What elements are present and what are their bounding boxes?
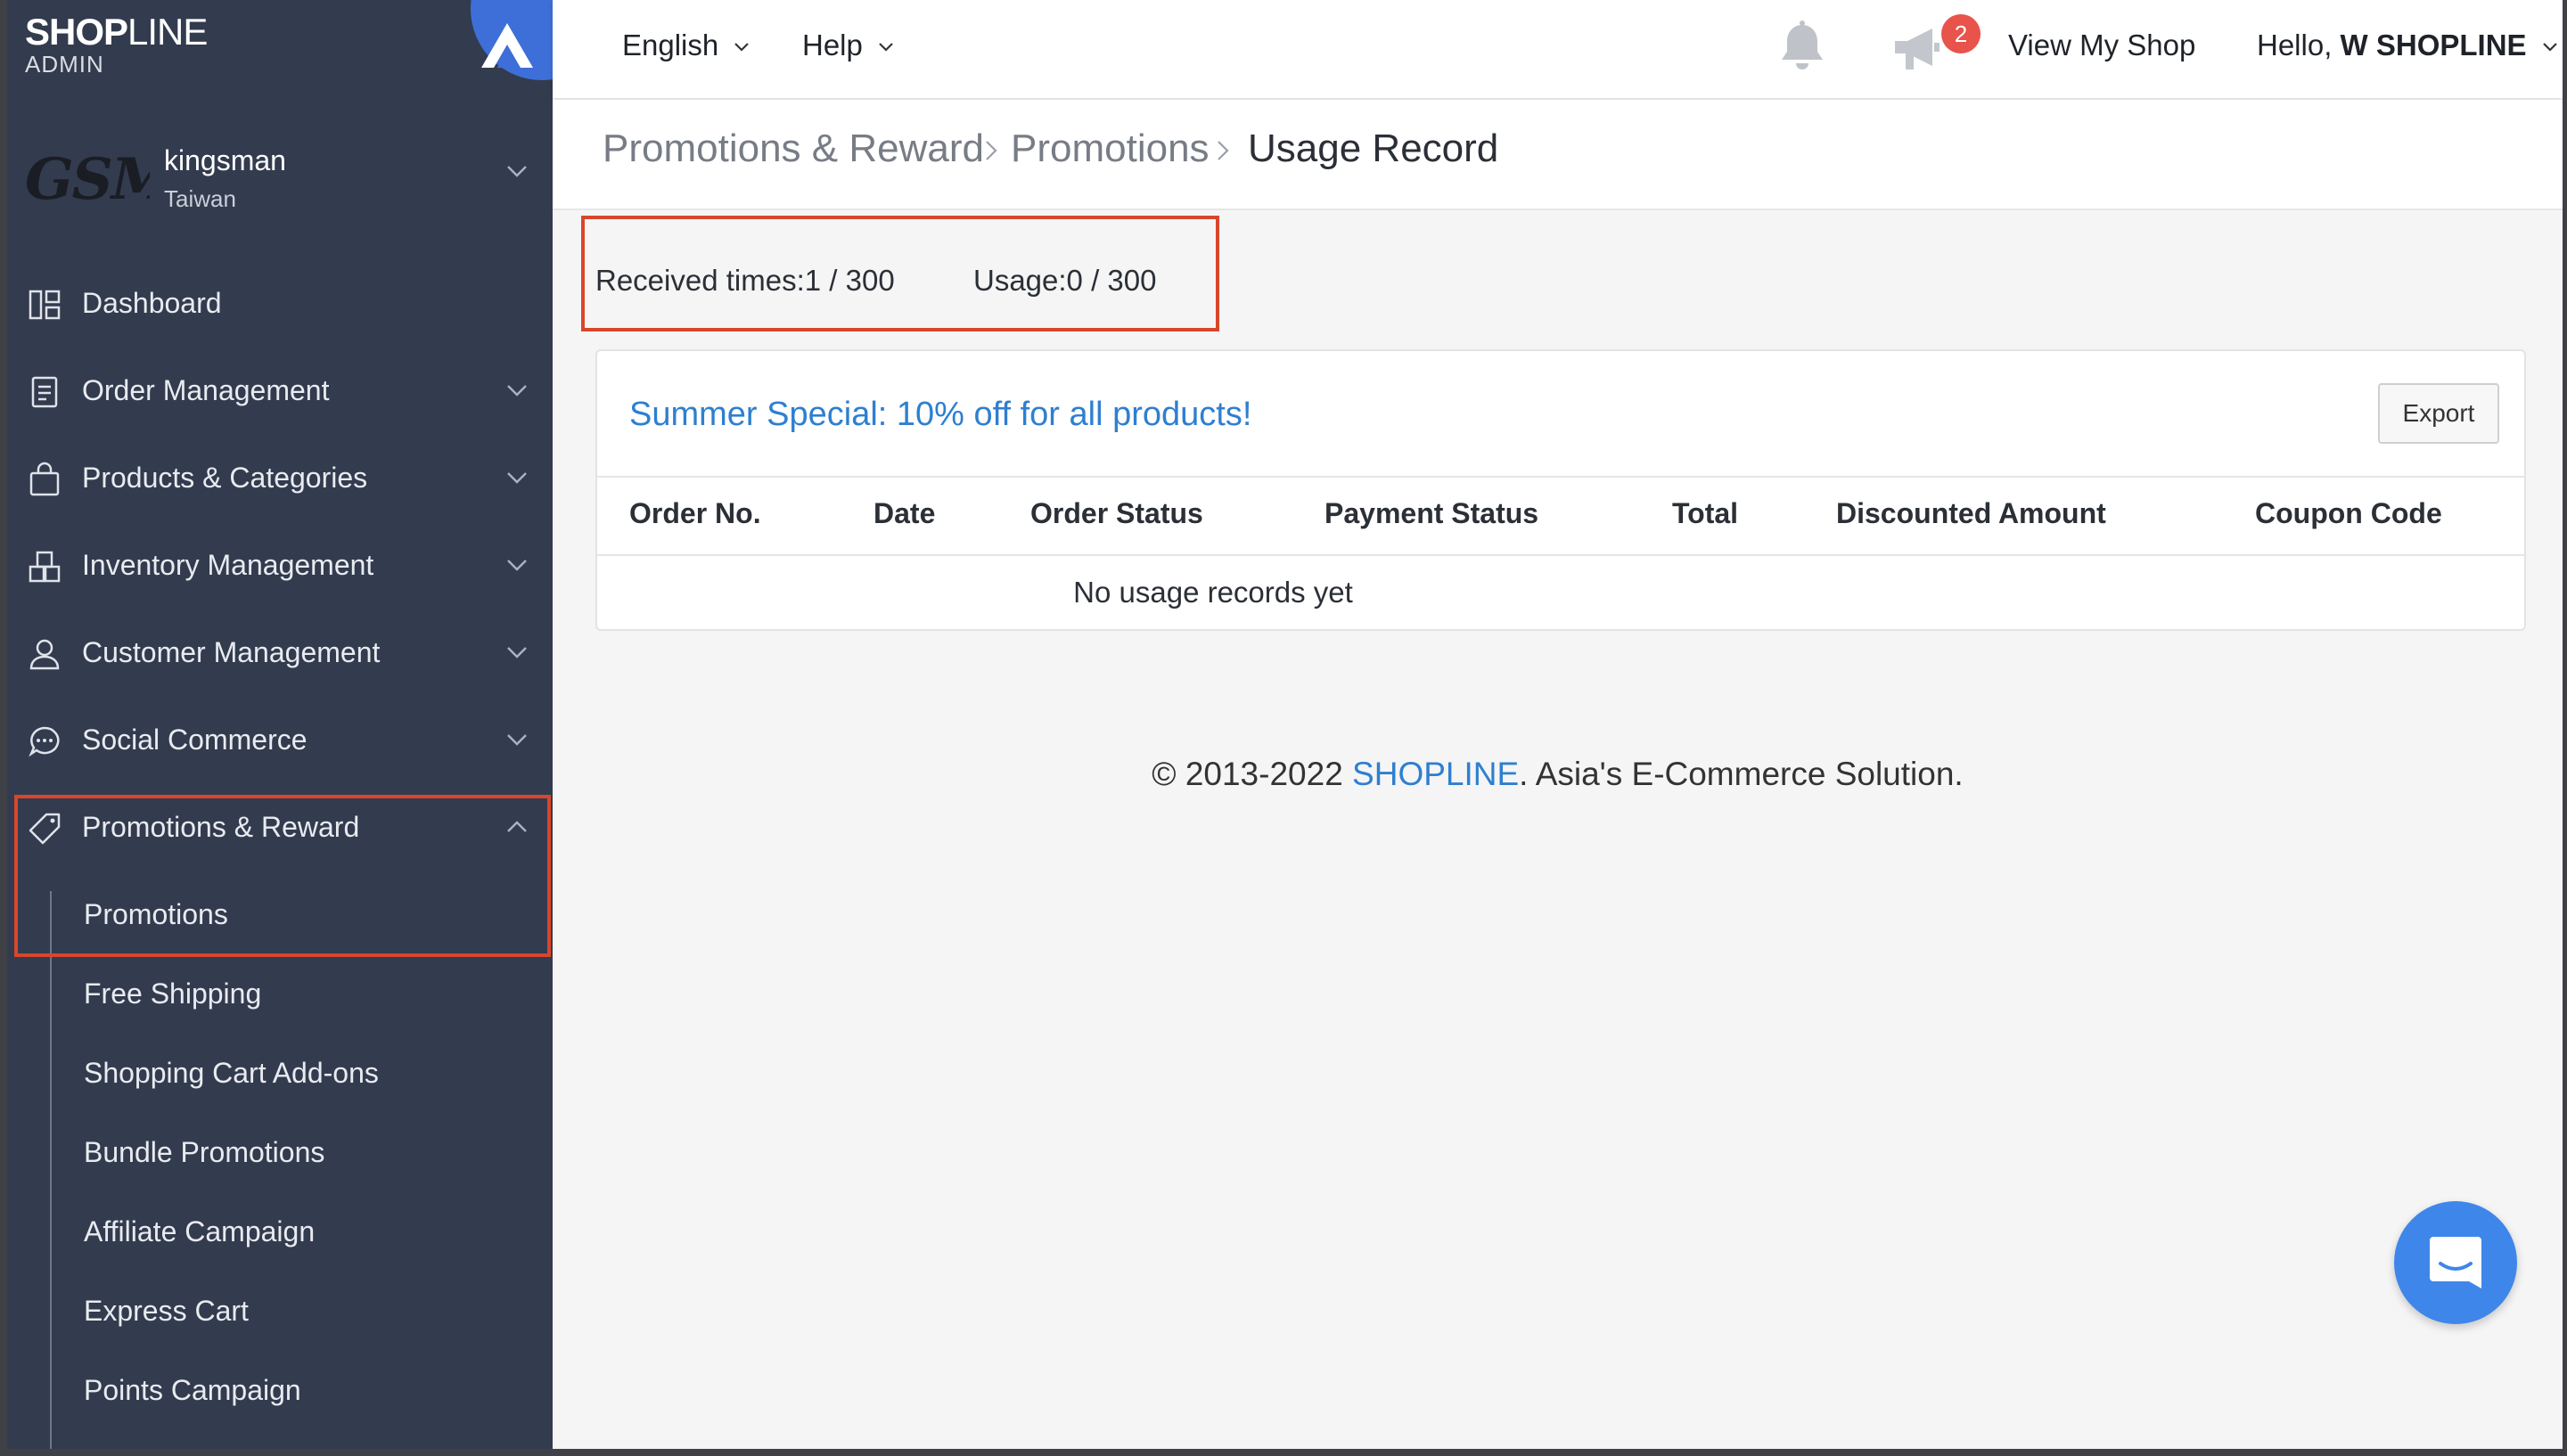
sidebar-item-dashboard[interactable]: Dashboard <box>7 266 553 346</box>
help-dropdown[interactable]: Help <box>802 29 894 62</box>
table-divider <box>597 554 2524 556</box>
column-header-date: Date <box>873 497 936 529</box>
sidebar-item-label: Products & Categories <box>82 462 368 494</box>
account-dropdown[interactable]: Hello, W SHOPLINE <box>2257 29 2558 62</box>
table-divider <box>597 476 2524 478</box>
bag-icon <box>29 462 60 496</box>
store-switcher[interactable]: GSM kingsman Taiwan <box>7 134 553 223</box>
app-frame: SHOPLINE ADMIN GSM kingsman Taiwan Dashb… <box>7 0 2563 1449</box>
sidebar-subitem-free-shipping[interactable]: Free Shipping <box>84 977 261 1010</box>
export-button[interactable]: Export <box>2378 383 2499 444</box>
footer-suffix: . Asia's E-Commerce Solution. <box>1519 756 1964 792</box>
account-username: W SHOPLINE <box>2340 29 2527 61</box>
sidebar-item-inventory[interactable]: Inventory Management <box>7 528 553 608</box>
chevron-down-icon <box>507 647 527 658</box>
highlight-box-stats <box>581 216 1219 331</box>
empty-state-message: No usage records yet <box>1073 576 1353 609</box>
submenu-guide-line <box>50 891 52 1449</box>
chevron-right-icon <box>1218 141 1229 160</box>
shopline-logo-icon <box>481 23 533 68</box>
sidebar-subitem-express-cart[interactable]: Express Cart <box>84 1295 249 1328</box>
sidebar-item-label: Order Management <box>82 374 330 406</box>
chevron-right-icon <box>986 141 997 160</box>
sidebar-item-social-commerce[interactable]: Social Commerce <box>7 702 553 782</box>
sidebar-item-customers[interactable]: Customer Management <box>7 615 553 695</box>
breadcrumb-promotions[interactable]: Promotions <box>1011 127 1210 171</box>
sidebar-item-label: Customer Management <box>82 636 381 668</box>
order-icon <box>31 376 58 408</box>
chevron-down-icon <box>507 734 527 746</box>
dashboard-icon <box>29 290 61 320</box>
warehouse-icon <box>29 551 61 583</box>
chevron-down-icon <box>507 472 527 484</box>
column-header-discounted-amount: Discounted Amount <box>1836 497 2106 529</box>
chat-icon <box>29 726 60 757</box>
breadcrumb-promotions-reward[interactable]: Promotions & Reward <box>603 127 984 171</box>
column-header-order-status: Order Status <box>1030 497 1203 529</box>
bell-icon[interactable] <box>1776 20 1829 75</box>
breadcrumb: Promotions & Reward Promotions Usage Rec… <box>553 100 2563 210</box>
highlight-box-sidebar <box>14 795 551 957</box>
brand-name-light: LINE <box>127 11 208 53</box>
footer-shopline-link[interactable]: SHOPLINE <box>1352 756 1519 792</box>
hello-prefix: Hello, <box>2257 29 2333 61</box>
top-bar: English Help 2 View My Shop Hello, W SHO… <box>553 0 2563 98</box>
footer: © 2013-2022 SHOPLINE. Asia's E-Commerce … <box>553 756 2563 793</box>
user-icon <box>29 639 60 670</box>
brand-name-bold: SHOP <box>25 11 128 53</box>
sidebar-subitem-cart-addons[interactable]: Shopping Cart Add-ons <box>84 1057 379 1090</box>
chevron-down-icon <box>2542 43 2557 52</box>
usage-record-panel: Summer Special: 10% off for all products… <box>595 349 2526 631</box>
view-my-shop-link[interactable]: View My Shop <box>2008 29 2195 62</box>
chevron-down-icon <box>734 43 750 52</box>
store-logo: GSM <box>25 146 150 213</box>
brand-logo[interactable]: SHOPLINE ADMIN <box>25 11 208 78</box>
sidebar-item-order-management[interactable]: Order Management <box>7 353 553 433</box>
store-name: kingsman <box>164 144 286 176</box>
sidebar-subitem-points-campaign[interactable]: Points Campaign <box>84 1374 301 1407</box>
language-label: English <box>622 29 719 61</box>
chevron-down-icon <box>507 166 527 177</box>
sidebar-subitem-affiliate-campaign[interactable]: Affiliate Campaign <box>84 1215 315 1248</box>
chevron-down-icon <box>507 560 527 571</box>
sidebar-item-label: Dashboard <box>82 287 222 319</box>
promotion-title: Summer Special: 10% off for all products… <box>629 396 1252 433</box>
sidebar-item-label: Social Commerce <box>82 724 308 756</box>
notification-count-badge: 2 <box>1941 14 1981 53</box>
chevron-down-icon <box>879 43 893 52</box>
column-header-coupon-code: Coupon Code <box>2255 497 2442 529</box>
help-label: Help <box>802 29 863 61</box>
store-region: Taiwan <box>164 185 236 212</box>
column-header-order-no: Order No. <box>629 497 761 529</box>
language-dropdown[interactable]: English <box>622 29 750 62</box>
page-title: Usage Record <box>1248 127 1499 170</box>
footer-prefix: © 2013-2022 <box>1152 756 1353 792</box>
sidebar: SHOPLINE ADMIN GSM kingsman Taiwan Dashb… <box>7 0 553 1449</box>
chat-bubble-icon <box>2430 1237 2481 1288</box>
announcement-icon[interactable] <box>1891 23 1948 75</box>
app-switcher-badge[interactable] <box>471 0 553 80</box>
support-chat-button[interactable] <box>2394 1201 2517 1324</box>
column-header-total: Total <box>1672 497 1739 529</box>
sidebar-subitem-bundle-promotions[interactable]: Bundle Promotions <box>84 1136 324 1169</box>
sidebar-item-label: Inventory Management <box>82 549 374 581</box>
column-header-payment-status: Payment Status <box>1325 497 1539 529</box>
brand-subtitle: ADMIN <box>25 51 104 78</box>
chevron-down-icon <box>507 385 527 397</box>
sidebar-item-products[interactable]: Products & Categories <box>7 440 553 520</box>
